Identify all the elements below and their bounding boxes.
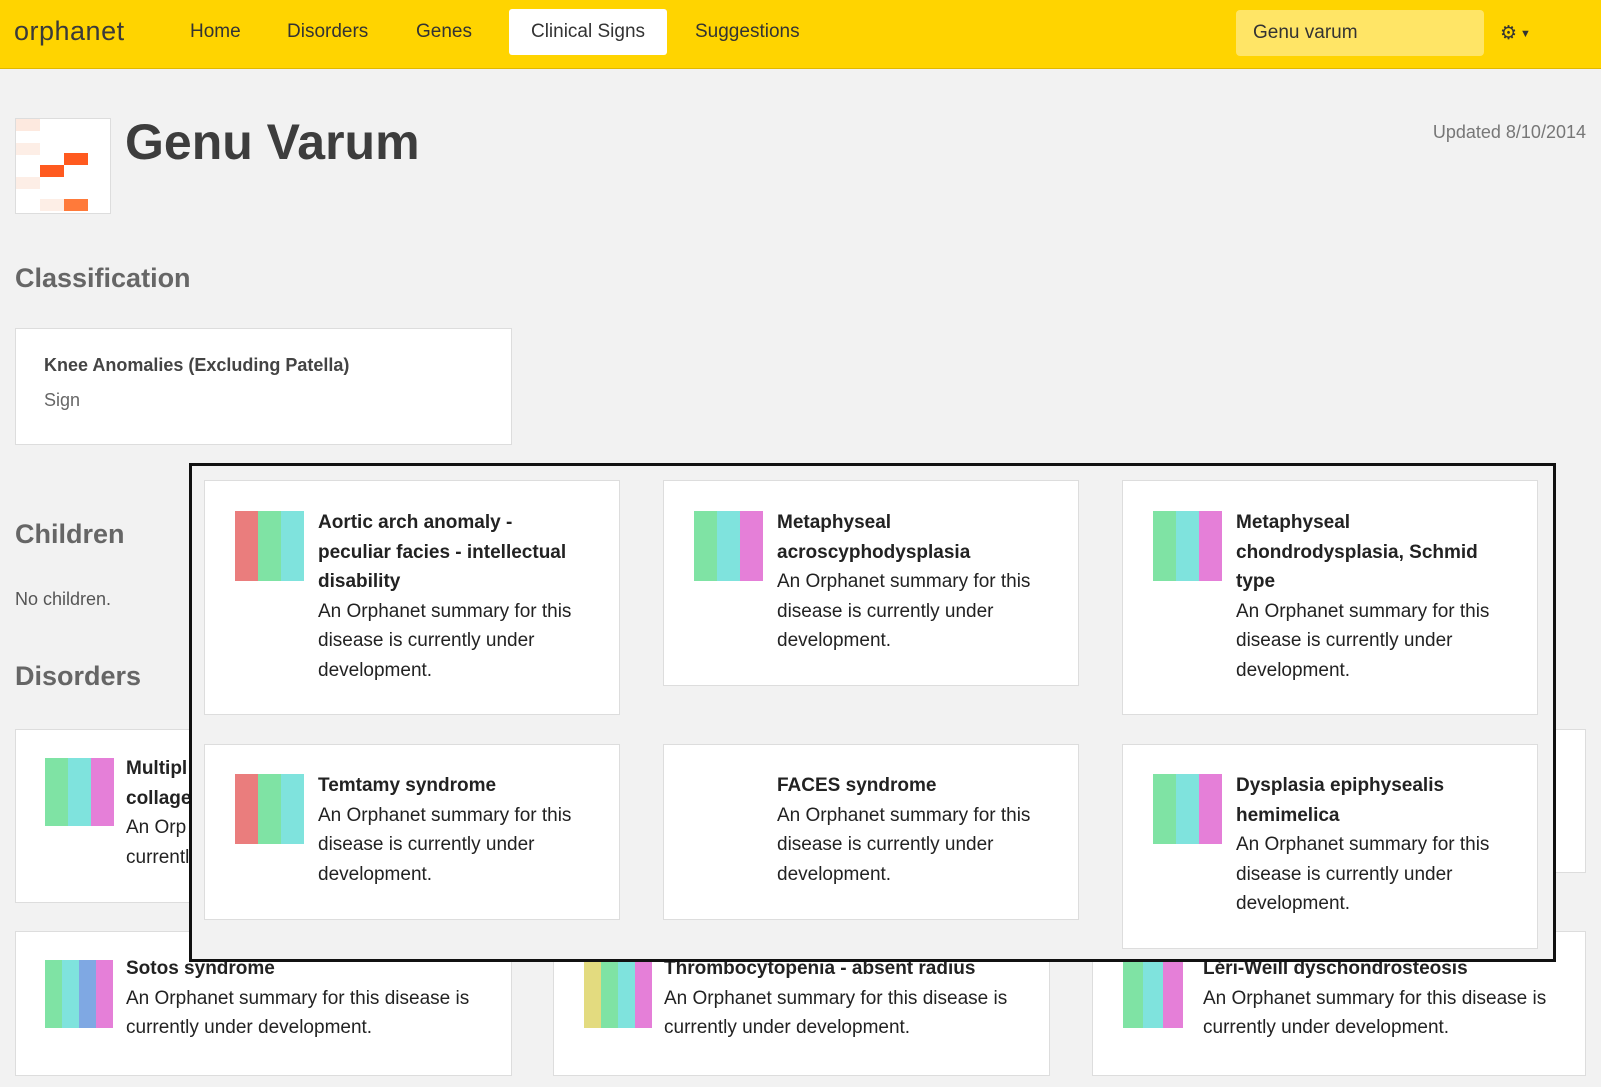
top-navbar: orphanet Home Disorders Genes Clinical S… — [0, 0, 1601, 69]
children-heading: Children — [15, 519, 125, 549]
popup-card-aortic-arch[interactable]: Aortic arch anomaly - peculiar facies - i… — [204, 480, 620, 715]
nav-suggestions-label: Suggestions — [695, 21, 800, 42]
popup-card-text: Dysplasia epiphysealis hemimelica An Orph… — [1236, 775, 1490, 914]
category-bars — [1153, 511, 1222, 581]
disorder-card-text: Sotos syndrome An Orphanet summary for t… — [126, 958, 470, 1038]
popup-card-schmid[interactable]: Metaphyseal chondrodysplasia, Schmid type … — [1122, 480, 1538, 715]
popup-card-text: Aortic arch anomaly - peculiar facies - i… — [318, 512, 572, 681]
popup-card-dysplasia-epiphysealis[interactable]: Dysplasia epiphysealis hemimelica An Orph… — [1122, 744, 1538, 949]
orphanet-logo[interactable]: orphanet — [14, 16, 125, 47]
popup-card-temtamy[interactable]: Temtamy syndrome An Orphanet summary for… — [204, 744, 620, 920]
nav-clinical-signs[interactable]: Clinical Signs — [509, 9, 667, 55]
category-bars — [1153, 774, 1222, 844]
nav-genes[interactable]: Genes — [397, 9, 491, 55]
category-bars — [694, 511, 763, 581]
nav-genes-label: Genes — [416, 21, 472, 42]
category-bars — [1123, 960, 1183, 1028]
popup-card-text: FACES syndrome An Orphanet summary for t… — [777, 775, 1031, 885]
classification-card[interactable]: Knee Anomalies (Excluding Patella) Sign — [15, 328, 512, 445]
sign-thumbnail — [15, 118, 111, 214]
no-children-text: No children. — [15, 589, 112, 609]
nav-home[interactable]: Home — [171, 9, 260, 55]
disorders-heading: Disorders — [15, 661, 142, 691]
search-input[interactable] — [1236, 10, 1484, 56]
classification-name: Knee Anomalies (Excluding Patella) — [44, 355, 350, 375]
updated-date: Updated 8/10/2014 — [1432, 122, 1586, 142]
disorder-card-text: Multipl collage An Orp currentl — [126, 758, 192, 868]
settings-dropdown[interactable]: ⚙ ▼ — [1500, 22, 1531, 45]
nav-disorders-label: Disorders — [287, 21, 369, 42]
caret-down-icon: ▼ — [1520, 27, 1531, 40]
popup-card-text: Temtamy syndrome An Orphanet summary for… — [318, 775, 572, 885]
nav-home-label: Home — [190, 21, 241, 42]
classification-type: Sign — [44, 390, 81, 410]
nav-suggestions[interactable]: Suggestions — [676, 9, 819, 55]
popup-card-metaphyseal-acro[interactable]: Metaphyseal acroscyphodysplasia An Orphan… — [663, 480, 1079, 686]
nav-clinical-signs-label: Clinical Signs — [530, 21, 646, 42]
nav-disorders[interactable]: Disorders — [268, 9, 387, 55]
popup-card-text: Metaphyseal acroscyphodysplasia An Orphan… — [777, 512, 1031, 651]
category-bars — [45, 960, 113, 1028]
classification-heading: Classification — [15, 263, 191, 293]
category-bars — [235, 774, 304, 844]
disorders-popup: Aortic arch anomaly - peculiar facies - i… — [189, 463, 1556, 962]
category-bars — [45, 758, 114, 826]
disorder-card-text: Thrombocytopenia - absent radius An Orph… — [664, 958, 1008, 1038]
category-bars — [235, 511, 304, 581]
page-title: Genu Varum — [125, 114, 420, 170]
category-bars — [584, 960, 652, 1028]
logo-text: orphanet — [14, 16, 125, 46]
popup-card-faces[interactable]: FACES syndrome An Orphanet summary for t… — [663, 744, 1079, 920]
disorder-card-text: Léri-Weill dyschondrosteosis An Orphanet… — [1203, 958, 1547, 1038]
popup-card-text: Metaphyseal chondrodysplasia, Schmid type … — [1236, 512, 1490, 681]
gear-icon: ⚙ — [1500, 23, 1518, 44]
